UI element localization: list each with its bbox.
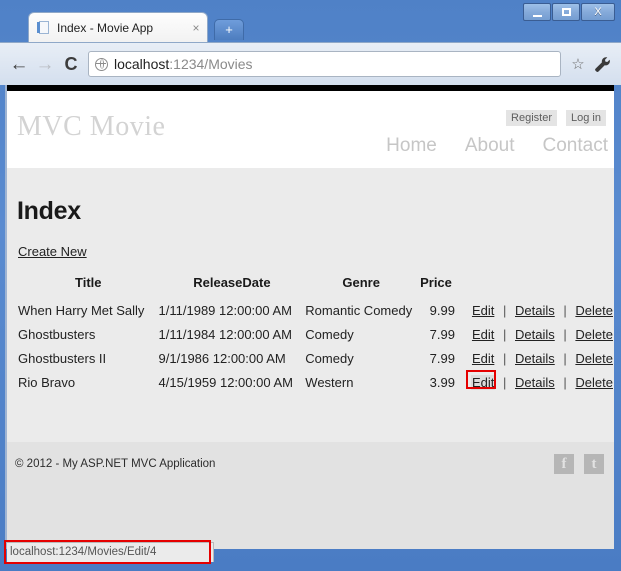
site-brand[interactable]: MVC Movie [17,111,165,143]
minimize-button[interactable] [523,3,551,21]
login-link[interactable]: Log in [566,110,606,126]
edit-link[interactable]: Edit [471,327,495,342]
action-separator: | [559,351,570,366]
browser-tab-title: Index - Movie App [57,21,189,35]
edit-link[interactable]: Edit [471,351,495,366]
copyright-text: © 2012 - My ASP.NET MVC Application [15,458,215,470]
table-row: Ghostbusters II 9/1/1986 12:00:00 AM Com… [18,347,614,371]
browser-tab-strip: Index - Movie App × + X [0,0,621,42]
cell-price: 3.99 [417,371,455,395]
create-new-link[interactable]: Create New [18,244,87,259]
reload-icon[interactable]: C [58,51,84,77]
table-row: When Harry Met Sally 1/11/1989 12:00:00 … [18,299,614,323]
back-icon[interactable]: ← [6,51,32,77]
cell-release-date: 1/11/1984 12:00:00 AM [159,323,306,347]
action-separator: | [559,327,570,342]
register-link[interactable]: Register [506,110,557,126]
cell-actions: Edit | Details | Delete [455,347,614,371]
movies-table-body: When Harry Met Sally 1/11/1989 12:00:00 … [18,299,614,395]
table-header-row: Title ReleaseDate Genre Price [18,275,614,299]
facebook-icon[interactable]: f [554,454,574,474]
nav-item-contact[interactable]: Contact [543,135,608,157]
cell-release-date: 1/11/1989 12:00:00 AM [159,299,306,323]
column-header-actions [455,275,614,299]
new-tab-button[interactable]: + [214,19,244,40]
forward-icon: → [32,51,58,77]
site-header: MVC Movie Register Log in Home About Con… [7,91,614,168]
details-link[interactable]: Details [514,327,556,342]
cell-actions: Edit | Details | Delete [455,299,614,323]
action-separator: | [499,303,510,318]
cell-price: 7.99 [417,323,455,347]
address-bar[interactable]: localhost :1234/Movies [88,51,561,77]
browser-window: Index - Movie App × + X ← → C localhost … [0,0,621,571]
edit-link[interactable]: Edit [471,375,495,390]
action-separator: | [559,303,570,318]
address-bar-path: :1234/Movies [169,56,252,72]
maximize-button[interactable] [552,3,580,21]
address-bar-host: localhost [114,56,169,72]
browser-tab[interactable]: Index - Movie App × [28,12,208,42]
cell-title: Rio Bravo [18,371,159,395]
nav-item-about[interactable]: About [465,135,515,157]
account-nav: Register Log in [506,110,606,126]
close-icon[interactable]: × [189,21,203,35]
social-links: f t [554,454,604,474]
movies-table-head: Title ReleaseDate Genre Price [18,275,614,299]
delete-link[interactable]: Delete [574,375,614,390]
action-separator: | [499,351,510,366]
close-window-button[interactable]: X [581,3,615,21]
page-viewport: MVC Movie Register Log in Home About Con… [7,85,614,549]
main-content: Index Create New Title ReleaseDate Genre… [7,168,614,442]
column-header-release-date: ReleaseDate [159,275,306,299]
cell-release-date: 4/15/1959 12:00:00 AM [159,371,306,395]
column-header-genre: Genre [305,275,417,299]
bookmark-star-icon[interactable]: ☆ [567,55,589,73]
delete-link[interactable]: Delete [574,327,614,342]
status-bar: localhost:1234/Movies/Edit/4 [7,542,214,562]
twitter-icon[interactable]: t [584,454,604,474]
edit-link-highlight: Edit [471,374,495,391]
nav-item-home[interactable]: Home [386,135,437,157]
cell-actions: Edit | Details | Delete [455,323,614,347]
cell-price: 9.99 [417,299,455,323]
cell-actions: Edit | Details | Delete [455,371,614,395]
cell-release-date: 9/1/1986 12:00:00 AM [159,347,306,371]
window-controls: X [523,3,615,21]
page-title: Index [17,197,81,226]
movies-table: Title ReleaseDate Genre Price When Harry… [18,275,614,395]
action-separator: | [499,327,510,342]
table-row: Rio Bravo 4/15/1959 12:00:00 AM Western … [18,371,614,395]
cell-title: When Harry Met Sally [18,299,159,323]
details-link[interactable]: Details [514,303,556,318]
delete-link[interactable]: Delete [574,351,614,366]
site-footer: © 2012 - My ASP.NET MVC Application f t [7,442,614,549]
wrench-icon[interactable] [589,51,615,77]
globe-icon [95,58,108,71]
cell-title: Ghostbusters [18,323,159,347]
table-row: Ghostbusters 1/11/1984 12:00:00 AM Comed… [18,323,614,347]
edit-link[interactable]: Edit [471,303,495,318]
browser-toolbar: ← → C localhost :1234/Movies ☆ [0,42,621,85]
action-separator: | [559,375,570,390]
cell-genre: Comedy [305,347,417,371]
main-nav: Home About Contact [386,135,608,157]
column-header-price: Price [417,275,455,299]
delete-link[interactable]: Delete [574,303,614,318]
cell-price: 7.99 [417,347,455,371]
action-separator: | [499,375,510,390]
column-header-title: Title [18,275,159,299]
cell-genre: Romantic Comedy [305,299,417,323]
details-link[interactable]: Details [514,351,556,366]
cell-title: Ghostbusters II [18,347,159,371]
details-link[interactable]: Details [514,375,556,390]
cell-genre: Comedy [305,323,417,347]
page-icon [37,21,51,35]
cell-genre: Western [305,371,417,395]
